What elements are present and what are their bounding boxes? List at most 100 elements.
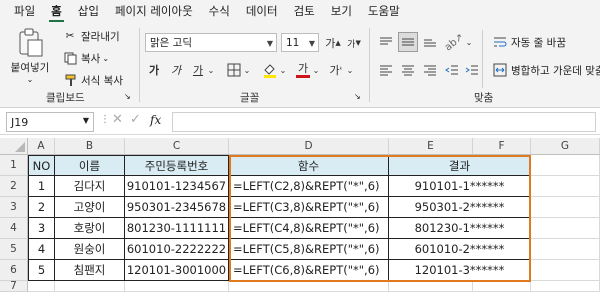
dialog-launcher-icon[interactable]: ↘ [354,92,361,101]
row-header-4[interactable]: 4 [0,218,28,239]
cell-result[interactable]: 950301-2****** [389,197,531,218]
align-left-button[interactable] [376,60,396,80]
cell-function[interactable]: =LEFT(C3,8)&REPT("*",6) [229,197,389,218]
header-cell-result[interactable]: 결과 [389,155,531,176]
format-painter-button[interactable]: 서식 복사 [62,72,123,88]
tab-view[interactable]: 보기 [323,0,360,22]
header-cell-name[interactable]: 이름 [55,155,125,176]
cell-no[interactable]: 1 [28,176,55,197]
merge-center-button[interactable]: 병합하고 가운데 맞춤 [492,62,600,78]
row-header-5[interactable]: 5 [0,239,28,260]
cut-button[interactable]: ✂ 잘라내기 [62,28,120,44]
align-middle-button[interactable] [398,32,418,52]
cell-result[interactable]: 801230-1****** [389,218,531,239]
column-header-c[interactable]: C [125,138,229,155]
cell-g4[interactable] [531,218,600,239]
cell-rrn[interactable]: 910101-1234567 [125,176,229,197]
cell-d7[interactable] [229,281,389,292]
header-cell-function[interactable]: 함수 [229,155,389,176]
italic-button[interactable]: 가 [166,60,186,80]
select-all-corner[interactable] [0,138,28,155]
cell-g6[interactable] [531,260,600,281]
tab-file[interactable]: 파일 [6,0,43,22]
cell-function[interactable]: =LEFT(C2,8)&REPT("*",6) [229,176,389,197]
cell-name[interactable]: 침팬지 [55,260,125,281]
name-box[interactable]: J19 ▼ [6,112,94,132]
tab-formulas[interactable]: 수식 [201,0,238,22]
cell-rrn[interactable]: 601010-2222222 [125,239,229,260]
tab-page-layout[interactable]: 페이지 레이아웃 [107,0,201,22]
cell-g3[interactable] [531,197,600,218]
header-cell-rrn[interactable]: 주민등록번호 [125,155,229,176]
paste-button[interactable]: 붙여넣기 ⌄ [8,28,52,84]
tab-insert[interactable]: 삽입 [70,0,107,22]
cell-name[interactable]: 원숭이 [55,239,125,260]
font-color-button[interactable]: 가 [293,60,313,80]
fill-color-button[interactable] [260,60,280,80]
cell-rrn[interactable]: 120101-3001000 [125,260,229,281]
cell-rrn[interactable]: 950301-2345678 [125,197,229,218]
cell-function[interactable]: =LEFT(C5,8)&REPT("*",6) [229,239,389,260]
align-right-button[interactable] [420,60,440,80]
row-header-3[interactable]: 3 [0,197,28,218]
chevron-down-icon[interactable]: ⌄ [206,60,216,80]
bold-button[interactable]: 가 [144,60,164,80]
cell-rrn[interactable]: 801230-1111111 [125,218,229,239]
cell-b7[interactable] [55,281,125,292]
row-header-6[interactable]: 6 [0,260,28,281]
cell-result[interactable]: 120101-3****** [389,260,531,281]
decrease-indent-button[interactable] [442,60,462,80]
cell-f7[interactable] [473,281,531,292]
underline-button[interactable]: 가 [188,60,208,80]
cell-g5[interactable] [531,239,600,260]
column-header-f[interactable]: F [473,138,531,155]
cell-g7[interactable] [531,281,600,292]
font-name-select[interactable]: 맑은 고딕 ▼ [145,33,277,52]
orientation-button[interactable]: ab↗ [442,31,465,53]
chevron-down-icon[interactable]: ⌄ [242,60,252,80]
tab-help[interactable]: 도움말 [360,0,408,22]
column-header-d[interactable]: D [229,138,389,155]
chevron-down-icon[interactable]: ⌄ [345,60,355,80]
cell-g2[interactable] [531,176,600,197]
cell-no[interactable]: 4 [28,239,55,260]
shrink-font-button[interactable]: 가 ▼ [344,33,364,53]
align-bottom-button[interactable] [420,32,440,52]
wrap-text-button[interactable]: 자동 줄 바꿈 [492,34,566,50]
copy-button[interactable]: 복사 ⌄ [62,50,109,66]
more-options-icon[interactable]: ⋮ [100,114,110,125]
insert-function-icon[interactable]: fx [150,113,161,127]
dialog-launcher-icon[interactable]: ↘ [124,92,131,101]
tab-home[interactable]: 홈 [43,0,70,22]
header-cell-no[interactable]: NO [28,155,55,176]
phonetic-button[interactable]: 가ᵏ [326,60,346,80]
row-header-7[interactable]: 7 [0,281,28,292]
cell-function[interactable]: =LEFT(C6,8)&REPT("*",6) [229,260,389,281]
cell-result[interactable]: 910101-1****** [389,176,531,197]
chevron-down-icon[interactable]: ⌄ [311,60,321,80]
chevron-down-icon[interactable]: ⌄ [278,60,288,80]
cell-function[interactable]: =LEFT(C4,8)&REPT("*",6) [229,218,389,239]
cancel-entry-icon[interactable]: ✕ [112,112,123,127]
chevron-down-icon[interactable]: ⌄ [464,32,474,52]
cell-name[interactable]: 김다지 [55,176,125,197]
tab-review[interactable]: 검토 [286,0,323,22]
increase-indent-button[interactable] [462,60,482,80]
column-header-a[interactable]: A [28,138,55,155]
cell-c7[interactable] [125,281,229,292]
row-header-2[interactable]: 2 [0,176,28,197]
cell-a7[interactable] [28,281,55,292]
align-center-button[interactable] [398,60,418,80]
grow-font-button[interactable]: 가 ▲ [323,33,343,53]
cell-no[interactable]: 5 [28,260,55,281]
row-header-1[interactable]: 1 [0,155,28,176]
cell-name[interactable]: 호랑이 [55,218,125,239]
align-top-button[interactable] [376,32,396,52]
column-header-g[interactable]: G [531,138,600,155]
formula-input[interactable] [172,112,596,132]
cell-no[interactable]: 3 [28,218,55,239]
cell-no[interactable]: 2 [28,197,55,218]
font-size-select[interactable]: 11 ▼ [281,33,319,52]
cell-name[interactable]: 고양이 [55,197,125,218]
borders-button[interactable] [224,60,244,80]
